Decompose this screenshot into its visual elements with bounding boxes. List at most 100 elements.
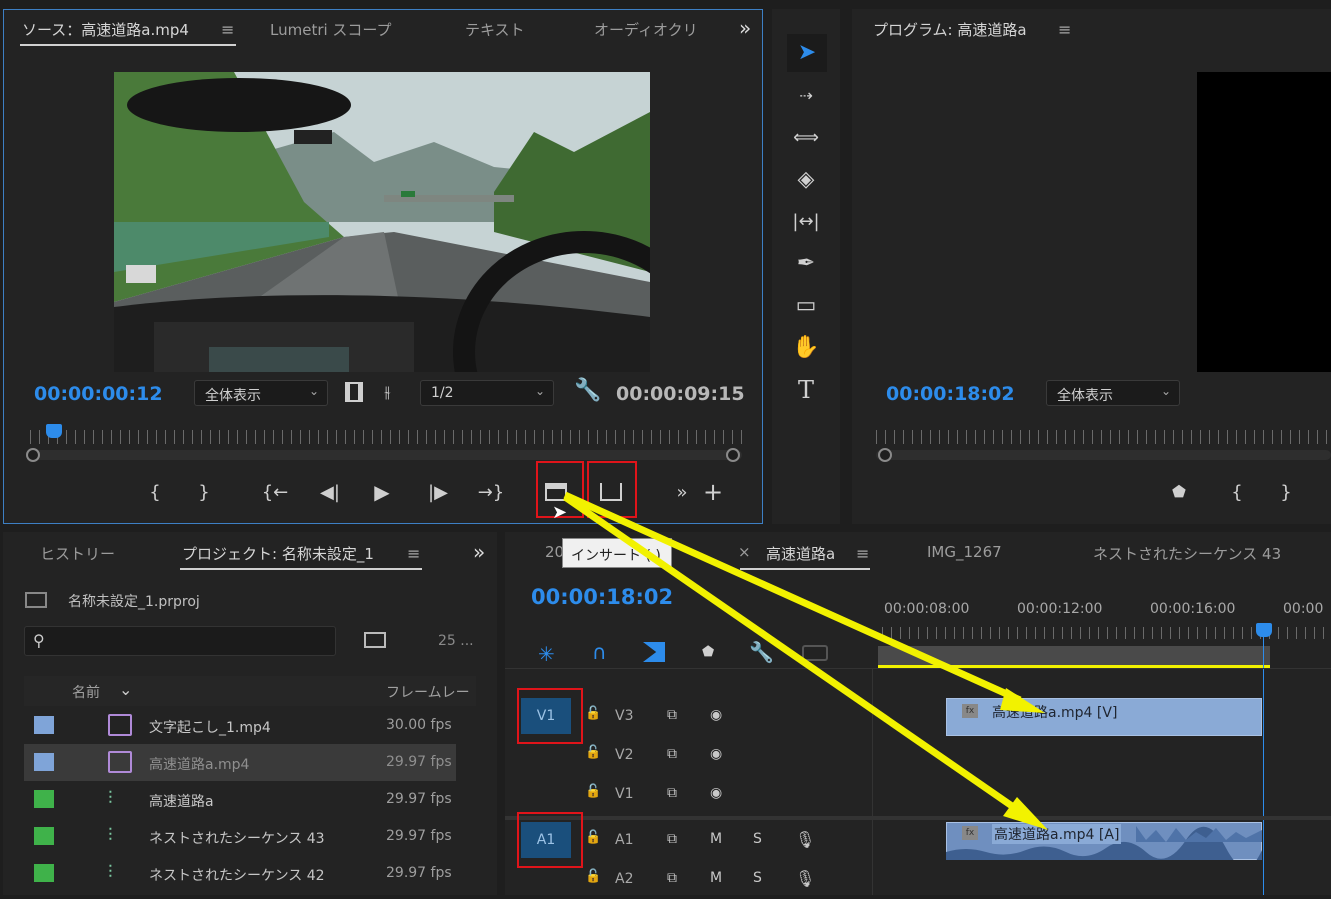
sync-lock-icon[interactable]: ⧉ (667, 870, 677, 886)
sync-lock-icon[interactable]: ⧉ (667, 831, 677, 847)
program-mark-out-button[interactable]: } (1272, 482, 1300, 503)
program-menu-icon[interactable]: ≡ (1058, 20, 1071, 39)
track-select-tool-icon[interactable]: ⇢ (786, 78, 826, 114)
eye-icon[interactable]: ◉ (710, 785, 722, 801)
wrench-icon[interactable]: 🔧 (574, 378, 601, 403)
list-item[interactable]: 文字起こし_1.mp4 30.00 fps (24, 707, 456, 744)
mark-in-button[interactable]: { (141, 482, 169, 503)
mute-button[interactable]: M (710, 831, 722, 847)
add-marker-icon[interactable]: ⬟ (702, 644, 714, 660)
source-playhead[interactable] (46, 424, 62, 438)
film-strip-icon[interactable] (345, 382, 363, 402)
ripple-edit-tool-icon[interactable]: ⟺ (786, 120, 826, 156)
track-v1[interactable]: 🔓 V1 ⧉ ◉ (505, 776, 873, 814)
source-menu-icon[interactable]: ≡ (221, 20, 234, 39)
list-item[interactable]: ⫶ 高速道路a 29.97 fps (24, 781, 456, 818)
mute-button[interactable]: M (710, 870, 722, 886)
sync-lock-icon[interactable]: ⧉ (667, 746, 677, 762)
timeline-menu-icon[interactable]: ≡ (856, 544, 869, 563)
step-forward-button[interactable]: |▶ (424, 482, 452, 503)
captions-icon[interactable] (802, 645, 828, 661)
program-scroll-left-handle[interactable] (878, 448, 892, 462)
magnet-icon[interactable]: ∩ (592, 640, 607, 664)
lock-icon[interactable]: 🔓 (585, 784, 601, 799)
tab-close-icon[interactable]: × (738, 543, 751, 561)
program-zoom-scrollbar[interactable] (876, 450, 1331, 460)
label-color-swatch[interactable] (34, 753, 54, 771)
tab-nested-sequence[interactable]: ネストされたシーケンス 43 (1093, 543, 1281, 564)
pen-tool-icon[interactable]: ✒ (786, 246, 826, 282)
add-button-icon[interactable]: + (699, 478, 727, 506)
slip-tool-icon[interactable]: |↔| (786, 204, 826, 240)
program-time-ruler[interactable] (876, 430, 1331, 444)
lock-icon[interactable]: 🔓 (585, 869, 601, 884)
audio-clip-label: 高速道路a.mp4 [A] (992, 824, 1122, 844)
add-marker-icon[interactable]: ⬟ (1165, 482, 1193, 501)
timeline-playhead-head[interactable] (1256, 623, 1272, 637)
program-title[interactable]: プログラム: 高速道路a (873, 19, 1027, 40)
rectangle-tool-icon[interactable]: ▭ (786, 288, 826, 324)
source-duration-timecode: 00:00:09:15 (616, 383, 745, 405)
track-name: V3 (615, 708, 634, 724)
program-zoom-select[interactable]: 全体表示 ⌄ (1046, 380, 1180, 406)
tab-img-1267[interactable]: IMG_1267 (927, 543, 1002, 561)
tab-lumetri-scopes[interactable]: Lumetri スコープ (270, 19, 392, 40)
new-search-bin-icon[interactable] (364, 632, 386, 648)
tab-project[interactable]: プロジェクト: 名称未設定_1 (182, 543, 374, 564)
razor-tool-icon[interactable]: ◈ (786, 162, 826, 198)
timeline-settings-wrench-icon[interactable]: 🔧 (749, 640, 774, 664)
lock-icon[interactable]: 🔓 (585, 706, 601, 721)
source-scroll-right-handle[interactable] (726, 448, 740, 462)
folder-up-icon[interactable] (25, 592, 47, 608)
type-tool-icon[interactable]: T (786, 372, 826, 408)
solo-button[interactable]: S (753, 831, 762, 847)
tab-history[interactable]: ヒストリー (40, 543, 115, 564)
lock-icon[interactable]: 🔓 (585, 745, 601, 760)
sort-chevron-icon[interactable]: ⌄ (119, 680, 132, 699)
column-name-header[interactable]: 名前 (72, 682, 100, 702)
go-to-out-button[interactable]: →} (477, 482, 505, 503)
eye-icon[interactable]: ◉ (710, 746, 722, 762)
hand-tool-icon[interactable]: ✋ (786, 330, 826, 366)
label-color-swatch[interactable] (34, 864, 54, 882)
snap-icon[interactable]: ✳ (538, 642, 555, 666)
eye-icon[interactable]: ◉ (710, 707, 722, 723)
solo-button[interactable]: S (753, 870, 762, 886)
overflow-icon[interactable]: » (739, 16, 751, 40)
project-menu-icon[interactable]: ≡ (407, 544, 420, 563)
sync-lock-icon[interactable]: ⧉ (667, 785, 677, 801)
program-current-timecode[interactable]: 00:00:18:02 (886, 383, 1015, 405)
sync-lock-icon[interactable]: ⧉ (667, 707, 677, 723)
label-color-swatch[interactable] (34, 790, 54, 808)
tab-source[interactable]: ソース：高速道路a.mp4 (22, 19, 189, 40)
label-color-swatch[interactable] (34, 716, 54, 734)
mark-out-button[interactable]: } (190, 482, 218, 503)
step-back-button[interactable]: ◀| (316, 482, 344, 503)
timeline-current-timecode[interactable]: 00:00:18:02 (531, 585, 673, 609)
tab-sequence-main[interactable]: 高速道路a (766, 543, 835, 564)
microphone-icon[interactable]: 🎙 (795, 830, 815, 849)
source-resolution-select[interactable]: 1/2 ⌄ (420, 380, 554, 406)
source-zoom-select[interactable]: 全体表示 ⌄ (194, 380, 328, 406)
project-overflow-icon[interactable]: » (473, 540, 485, 564)
source-zoom-scrollbar[interactable] (30, 450, 742, 460)
tab-audio-clip[interactable]: オーディオクリ (594, 19, 702, 40)
lock-icon[interactable]: 🔓 (585, 830, 601, 845)
more-controls-button[interactable]: » (668, 482, 696, 503)
microphone-icon[interactable]: 🎙 (795, 869, 815, 888)
tab-text[interactable]: テキスト (465, 19, 525, 40)
label-color-swatch[interactable] (34, 827, 54, 845)
list-item[interactable]: 高速道路a.mp4 29.97 fps (24, 744, 456, 781)
program-mark-in-button[interactable]: { (1223, 482, 1251, 503)
source-time-ruler[interactable] (30, 430, 742, 444)
play-button[interactable]: ▶ (368, 480, 396, 504)
work-area-bar[interactable] (878, 646, 1270, 666)
list-item[interactable]: ⫶ ネストされたシーケンス 43 29.97 fps (24, 818, 456, 855)
column-fps-header[interactable]: フレームレー (386, 682, 476, 702)
list-item[interactable]: ⫶ ネストされたシーケンス 42 29.97 fps (24, 855, 456, 892)
source-current-timecode[interactable]: 00:00:00:12 (34, 383, 163, 405)
audio-waveform-icon[interactable]: ⫳ (384, 382, 391, 402)
source-scroll-left-handle[interactable] (26, 448, 40, 462)
project-search-input[interactable]: ⚲ (24, 626, 336, 656)
go-to-in-button[interactable]: {← (261, 482, 289, 503)
